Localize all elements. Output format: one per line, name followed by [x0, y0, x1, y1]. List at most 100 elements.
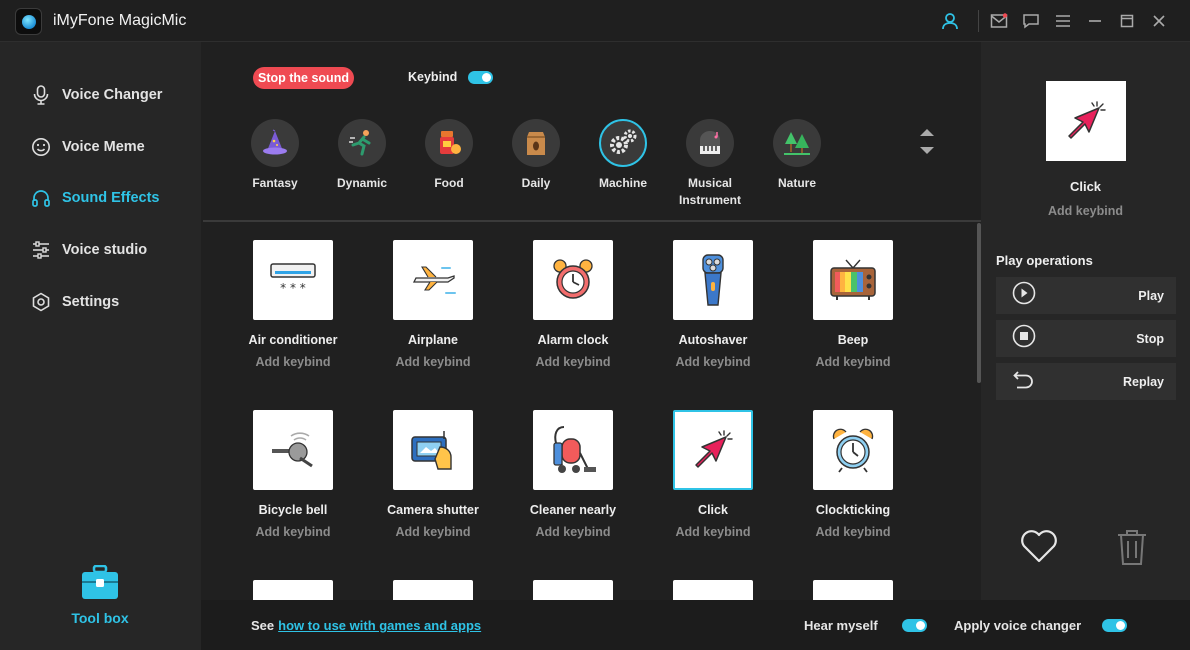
menu-icon[interactable] — [1053, 11, 1073, 31]
sound-tile-alarm-clock[interactable]: Alarm clock Add keybind — [503, 240, 643, 369]
sidebar-item-settings[interactable]: Settings — [30, 290, 119, 314]
sound-tile-cleaner-nearly[interactable]: Cleaner nearly Add keybind — [503, 410, 643, 539]
runner-icon — [338, 119, 386, 167]
close-icon[interactable] — [1149, 11, 1169, 31]
add-keybind-link[interactable]: Add keybind — [223, 355, 363, 369]
category-daily[interactable]: Daily — [496, 119, 576, 192]
sound-tile[interactable] — [643, 580, 783, 600]
sound-tile-airplane[interactable]: Airplane Add keybind — [363, 240, 503, 369]
category-dynamic[interactable]: Dynamic — [322, 119, 402, 192]
sound-name: Air conditioner — [248, 333, 338, 347]
toolbox-icon — [80, 564, 120, 605]
add-keybind-link[interactable]: Add keybind — [223, 525, 363, 539]
alarm-clock-icon — [533, 240, 613, 320]
add-keybind-link[interactable]: Add keybind — [363, 525, 503, 539]
sound-tile-bicycle-bell[interactable]: Bicycle bell Add keybind — [223, 410, 363, 539]
sound-tile[interactable] — [503, 580, 643, 600]
gears-icon — [599, 119, 647, 167]
air-conditioner-icon: * * * — [253, 240, 333, 320]
op-label: Play — [1138, 288, 1164, 303]
sidebar-item-voice-meme[interactable]: Voice Meme — [30, 135, 145, 159]
apply-voice-changer-toggle[interactable] — [1102, 619, 1127, 632]
keybind-toggle[interactable] — [468, 71, 493, 84]
play-icon — [1012, 281, 1036, 310]
help-text: See how to use with games and apps — [251, 618, 481, 633]
preview-panel: Click Add keybind Play operations Play S… — [981, 42, 1190, 600]
sidebar-item-label: Voice studio — [62, 242, 148, 258]
mail-icon[interactable] — [989, 11, 1009, 31]
add-keybind-link[interactable]: Add keybind — [503, 525, 643, 539]
stop-button[interactable]: Stop — [996, 320, 1176, 357]
sound-tile-autoshaver[interactable]: Autoshaver Add keybind — [643, 240, 783, 369]
hear-myself-toggle[interactable] — [902, 619, 927, 632]
camera-icon — [393, 410, 473, 490]
add-keybind-link[interactable]: Add keybind — [783, 525, 923, 539]
sound-tile[interactable] — [363, 580, 503, 600]
sound-tile-air-conditioner[interactable]: * * * Air conditioner Add keybind — [223, 240, 363, 369]
feedback-icon[interactable] — [1021, 11, 1041, 31]
toolbox-label: Tool box — [71, 610, 129, 626]
add-keybind-link[interactable]: Add keybind — [783, 355, 923, 369]
piano-icon — [686, 119, 734, 167]
scroll-down-icon[interactable] — [920, 147, 934, 154]
sound-name: Cleaner nearly — [529, 503, 617, 517]
coffee-bag-icon — [512, 119, 560, 167]
toolbox-button[interactable]: Tool box — [68, 564, 132, 626]
add-keybind-link[interactable]: Add keybind — [503, 355, 643, 369]
add-keybind-link[interactable]: Add keybind — [363, 355, 503, 369]
category-label: Daily — [521, 176, 551, 190]
sound-tile-beep[interactable]: Beep Add keybind — [783, 240, 923, 369]
play-button[interactable]: Play — [996, 277, 1176, 314]
category-label: Fantasy — [252, 176, 298, 190]
sidebar-item-voice-changer[interactable]: Voice Changer — [30, 83, 162, 107]
sliders-icon — [30, 239, 52, 261]
op-label: Replay — [1123, 374, 1164, 389]
category-food[interactable]: Food — [409, 119, 489, 192]
keybind-label: Keybind — [408, 70, 458, 84]
clock-icon — [813, 410, 893, 490]
sound-tile-clockticking[interactable]: Clockticking Add keybind — [783, 410, 923, 539]
category-nature[interactable]: Nature — [757, 119, 837, 192]
headphones-icon — [30, 187, 52, 209]
sidebar-item-label: Sound Effects — [62, 190, 160, 206]
sound-tile[interactable] — [223, 580, 363, 600]
preview-add-keybind[interactable]: Add keybind — [981, 204, 1190, 218]
food-icon — [425, 119, 473, 167]
replay-button[interactable]: Replay — [996, 363, 1176, 400]
sound-tile[interactable] — [783, 580, 923, 600]
sidebar-item-label: Voice Meme — [62, 139, 145, 155]
add-keybind-link[interactable]: Add keybind — [643, 525, 783, 539]
gear-icon — [30, 291, 52, 313]
wizard-hat-icon — [251, 119, 299, 167]
see-label: See — [251, 618, 275, 633]
sound-grid: * * * Air conditioner Add keybind Airpla… — [201, 223, 981, 600]
sidebar-item-voice-studio[interactable]: Voice studio — [30, 238, 147, 262]
sound-name: Airplane — [407, 333, 458, 347]
sidebar-item-sound-effects[interactable]: Sound Effects — [30, 186, 159, 210]
sound-name: Camera shutter — [387, 503, 479, 517]
app-title: iMyFone MagicMic — [53, 12, 187, 29]
account-icon[interactable] — [940, 11, 960, 31]
trash-icon[interactable] — [1115, 528, 1149, 571]
add-keybind-link[interactable]: Add keybind — [643, 355, 783, 369]
category-fantasy[interactable]: Fantasy — [235, 119, 315, 192]
scroll-up-icon[interactable] — [920, 129, 934, 136]
cursor-click-icon — [673, 410, 753, 490]
category-label: Musical Instrument — [678, 176, 741, 207]
sound-tile-camera-shutter[interactable]: Camera shutter Add keybind — [363, 410, 503, 539]
minimize-icon[interactable] — [1085, 11, 1105, 31]
favorite-heart-icon[interactable] — [1019, 528, 1059, 569]
title-bar: iMyFone MagicMic — [0, 0, 1190, 42]
how-to-use-link[interactable]: how to use with games and apps — [278, 618, 481, 633]
apply-voice-changer-label: Apply voice changer — [954, 618, 1082, 633]
sound-tile-click[interactable]: Click Add keybind — [643, 410, 783, 539]
category-label: Machine — [598, 176, 647, 190]
maximize-icon[interactable] — [1117, 11, 1137, 31]
sound-name: Click — [698, 503, 728, 517]
sidebar-item-label: Settings — [62, 294, 120, 310]
category-musical-instrument[interactable]: Musical Instrument — [670, 119, 750, 209]
stop-sound-button[interactable]: Stop the sound — [253, 67, 354, 89]
category-machine[interactable]: Machine — [583, 119, 663, 192]
preview-name: Click — [1069, 179, 1102, 194]
sound-name: Alarm clock — [537, 333, 609, 347]
